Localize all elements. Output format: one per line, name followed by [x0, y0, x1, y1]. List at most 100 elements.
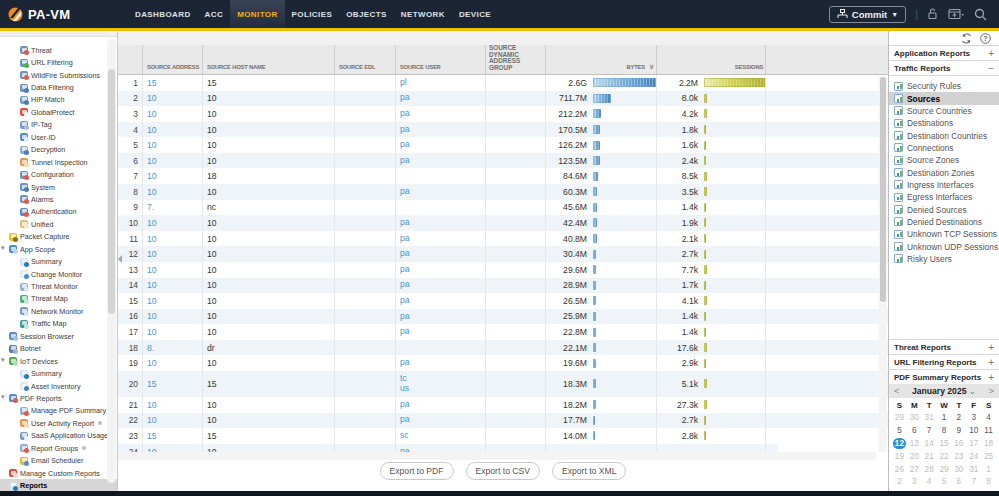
source-user[interactable]: pa	[396, 184, 486, 200]
report-item-unknown-udp-sessions[interactable]: Unknown UDP Sessions	[889, 240, 999, 252]
column-header-sessions[interactable]: SESSIONS	[657, 45, 766, 74]
table-row[interactable]: 51010pa126.2M1.6k	[118, 137, 888, 153]
calendar-day[interactable]: 3	[907, 476, 922, 489]
table-row[interactable]: 101010pa42.4M1.9k	[118, 215, 888, 231]
table-row[interactable]: 21010pa711.7M8.0k	[118, 91, 888, 107]
calendar-day[interactable]: 27	[907, 464, 922, 477]
source-address[interactable]: 10	[143, 106, 203, 122]
calendar-day[interactable]: 8	[981, 476, 996, 489]
source-address[interactable]: 10	[143, 184, 203, 200]
export-to-csv-button[interactable]: Export to CSV	[466, 462, 540, 480]
source-user[interactable]: pa	[396, 397, 486, 413]
sidebar-item-packet-capture[interactable]: Packet Capture	[0, 231, 117, 243]
help-icon[interactable]: ?	[980, 31, 991, 48]
nav-objects[interactable]: OBJECTS	[339, 0, 394, 28]
calendar-day[interactable]: 8	[937, 425, 952, 438]
export-to-pdf-button[interactable]: Export to PDF	[380, 462, 454, 480]
source-user[interactable]	[396, 200, 486, 216]
sidebar-scrollbar[interactable]	[107, 39, 116, 483]
table-row[interactable]: 11515pl2.6G2.2M	[118, 75, 888, 91]
report-item-denied-destinations[interactable]: Denied Destinations	[889, 216, 999, 228]
source-address[interactable]: 10	[143, 153, 203, 169]
table-row[interactable]: 111010pa40.8M2.1k	[118, 231, 888, 247]
sidebar-item-system[interactable]: System	[0, 181, 117, 193]
source-user[interactable]	[396, 168, 486, 184]
sidebar-item-iot-devices[interactable]: ▾IoT Devices	[0, 355, 117, 367]
table-row[interactable]: 7101884.6M8.5k	[118, 168, 888, 184]
source-user[interactable]: pa	[396, 293, 486, 309]
calendar-day[interactable]: 13	[907, 438, 922, 451]
calendar-day[interactable]: 1	[937, 412, 952, 425]
table-row[interactable]: 81010pa60.3M3.5k	[118, 184, 888, 200]
source-address[interactable]: 10	[143, 355, 203, 371]
calendar-day[interactable]: 26	[892, 464, 907, 477]
calendar-day[interactable]: 1	[981, 464, 996, 477]
calendar-day[interactable]: 2	[892, 476, 907, 489]
calendar-day[interactable]: 7	[922, 425, 937, 438]
sidebar-item-summary[interactable]: Summary	[0, 367, 117, 379]
table-row[interactable]: 131010pa29.6M7.7k	[118, 262, 888, 278]
sort-chevron-icon[interactable]: ∨	[649, 63, 654, 71]
report-item-egress-interfaces[interactable]: Egress Interfaces	[889, 191, 999, 203]
source-user[interactable]: pa	[396, 246, 486, 262]
table-row[interactable]: 201515tc us18.3M5.1k	[118, 371, 888, 397]
sidebar-item-report-groups[interactable]: Report Groups	[0, 442, 117, 454]
nav-monitor[interactable]: MONITOR	[230, 0, 284, 28]
calendar-day[interactable]: 9	[951, 425, 966, 438]
report-item-unknown-tcp-sessions[interactable]: Unknown TCP Sessions	[889, 228, 999, 240]
sidebar-item-app-scope[interactable]: ▾App Scope	[0, 243, 117, 255]
calendar-day[interactable]: 18	[981, 438, 996, 451]
calendar-prev[interactable]: <	[894, 386, 899, 396]
sidebar-item-user-id[interactable]: User-ID	[0, 131, 117, 143]
sidebar-item-authentication[interactable]: Authentication	[0, 206, 117, 218]
chevron-down-icon[interactable]: ▾	[1, 244, 5, 252]
sidebar-item-manage-pdf-summary[interactable]: Manage PDF Summary	[0, 405, 117, 417]
report-item-source-countries[interactable]: Source Countries	[889, 105, 999, 117]
table-row[interactable]: 97.nc45.6M1.4k	[118, 200, 888, 216]
table-row[interactable]: 151010pa26.5M4.1k	[118, 293, 888, 309]
sidebar-item-asset-inventory[interactable]: Asset Inventory	[0, 380, 117, 392]
section-traffic-reports[interactable]: Traffic Reports−	[889, 60, 999, 75]
calendar-day[interactable]: 29	[892, 412, 907, 425]
table-row[interactable]: 31010pa212.2M4.2k	[118, 106, 888, 122]
table-row[interactable]: 241010pa	[118, 444, 778, 452]
sidebar-collapse-handle[interactable]	[118, 255, 122, 263]
source-user[interactable]: pl	[396, 75, 486, 91]
source-address[interactable]: 10	[143, 413, 203, 429]
sidebar-item-botnet[interactable]: Botnet	[0, 343, 117, 355]
calendar-day[interactable]: 14	[922, 438, 937, 451]
calendar-day[interactable]: 3	[966, 412, 981, 425]
calendar-day[interactable]: 2	[951, 412, 966, 425]
refresh-icon[interactable]	[961, 31, 972, 48]
export-to-xml-button[interactable]: Export to XML	[552, 462, 626, 480]
sidebar-item-saas-application-usage[interactable]: SaaS Application Usage	[0, 430, 117, 442]
source-user[interactable]: pa	[396, 309, 486, 325]
calendar-day[interactable]: 20	[907, 451, 922, 464]
calendar-day[interactable]: 19	[892, 451, 907, 464]
source-address[interactable]: 15	[143, 75, 203, 91]
source-address[interactable]: 10	[143, 278, 203, 294]
calendar-day[interactable]: 16	[951, 438, 966, 451]
sidebar-item-alarms[interactable]: Alarms	[0, 193, 117, 205]
column-header-source-user[interactable]: SOURCE USER	[396, 45, 486, 74]
section-pdf-summary-reports[interactable]: PDF Summary Reports+	[889, 369, 999, 384]
sidebar-item-tunnel-inspection[interactable]: Tunnel Inspection	[0, 156, 117, 168]
source-address[interactable]: 10	[143, 91, 203, 107]
table-row[interactable]: 161010pa25.9M1.4k	[118, 309, 888, 325]
calendar-day[interactable]: 12	[892, 438, 907, 451]
chevron-down-icon[interactable]: ▾	[1, 393, 5, 401]
table-row[interactable]: 121010pa30.4M2.7k	[118, 246, 888, 262]
source-address[interactable]: 15	[143, 371, 203, 397]
table-row[interactable]: 41010pa170.5M1.8k	[118, 122, 888, 138]
calendar-day[interactable]: 29	[937, 464, 952, 477]
horizontal-scrollbar[interactable]	[118, 452, 876, 460]
source-user[interactable]: pa	[396, 153, 486, 169]
sidebar-item-globalprotect[interactable]: GlobalProtect	[0, 106, 117, 118]
source-address[interactable]: 10	[143, 246, 203, 262]
calendar-day[interactable]: 24	[966, 451, 981, 464]
expand-icon[interactable]: +	[988, 372, 994, 383]
source-address[interactable]: 10	[143, 262, 203, 278]
sidebar-item-threat[interactable]: Threat	[0, 44, 117, 56]
sidebar-item-email-scheduler[interactable]: Email Scheduler	[0, 454, 117, 466]
source-address[interactable]: 10	[143, 397, 203, 413]
